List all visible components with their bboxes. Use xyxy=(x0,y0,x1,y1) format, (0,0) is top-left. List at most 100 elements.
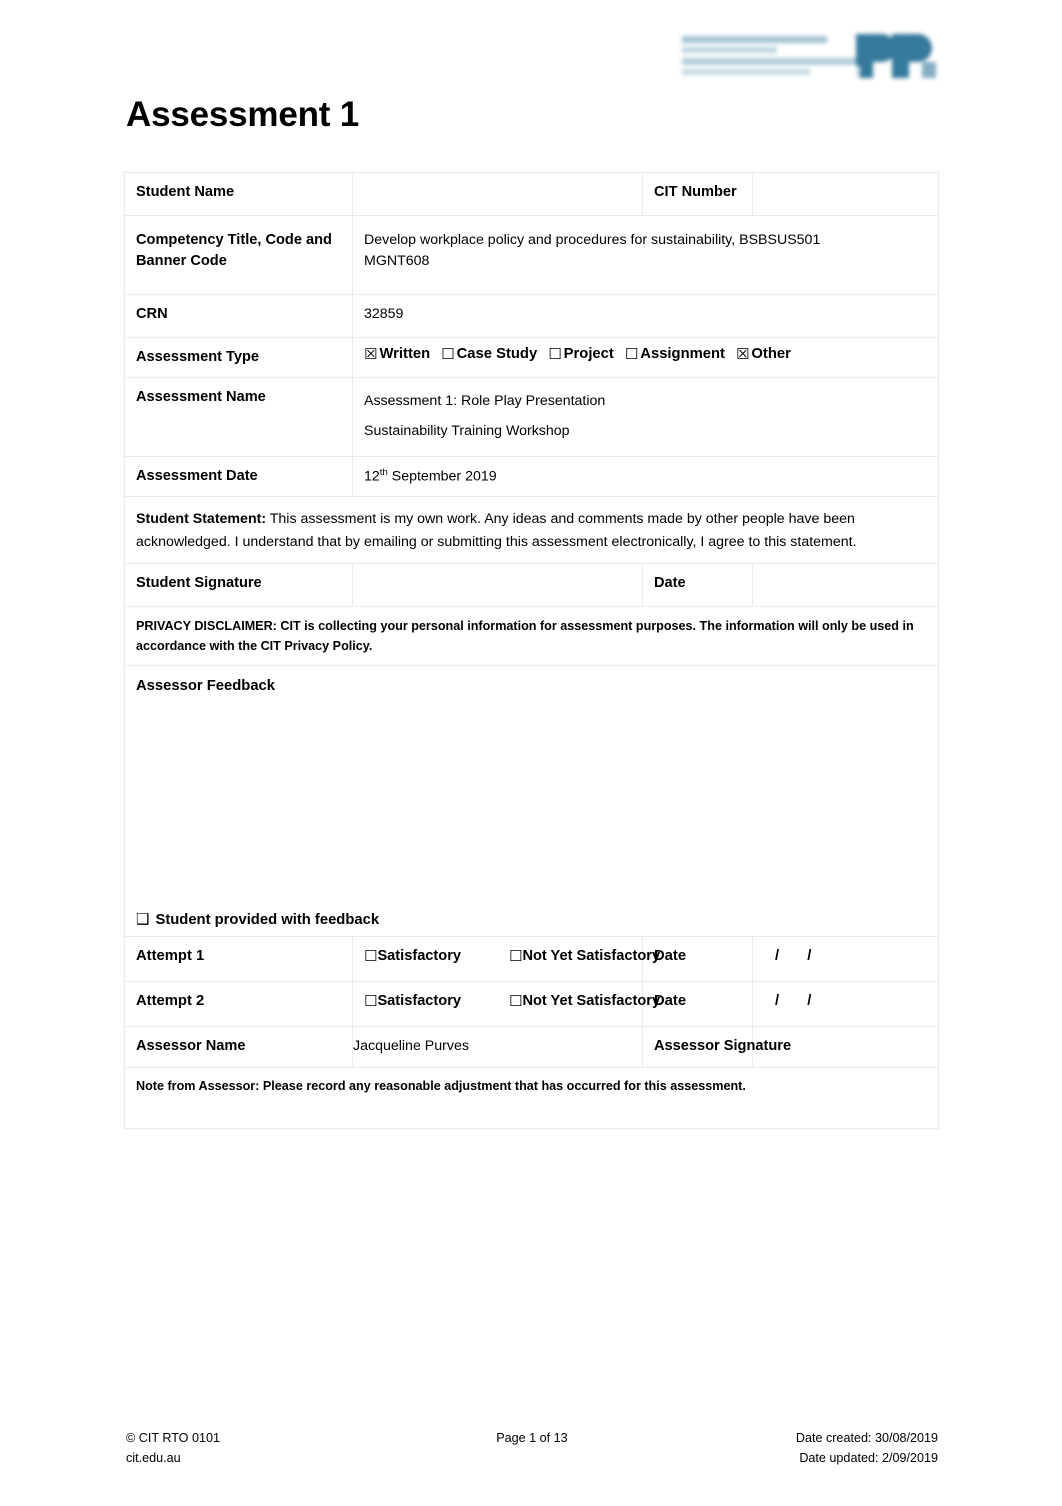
cell-assessment-type-label: Assessment Type xyxy=(124,336,353,379)
assessment-date-label: Assessment Date xyxy=(136,467,258,484)
checkbox-assignment[interactable]: ☐ xyxy=(625,347,638,362)
competency-label: Competency Title, Code and Banner Code xyxy=(136,232,332,270)
cell-assessment-name-label: Assessment Name xyxy=(124,377,353,457)
attempt2-label: Attempt 2 xyxy=(136,993,205,1010)
cell-crn-label: CRN xyxy=(124,294,353,338)
cell-competency-value[interactable]: Develop workplace policy and procedures … xyxy=(352,215,939,295)
table-row-privacy: PRIVACY DISCLAIMER: CIT is collecting yo… xyxy=(124,606,939,667)
cit-number-value[interactable] xyxy=(753,173,938,191)
attempt2-satisfactory-option[interactable]: ☐Satisfactory xyxy=(364,991,461,1012)
cell-student-signature-label: Student Signature xyxy=(124,563,353,608)
assessor-name-value[interactable]: Jacqueline Purves xyxy=(353,1027,642,1066)
table-row-student-statement: Student Statement: This assessment is my… xyxy=(124,496,939,565)
attempt1-not-yet-satisfactory-label: Not Yet Satisfactory xyxy=(522,948,661,965)
checkbox-other[interactable]: ☒ xyxy=(736,347,749,362)
checkbox-attempt1-satisfactory[interactable]: ☐ xyxy=(364,949,377,964)
cell-assessor-note[interactable]: Note from Assessor: Please record any re… xyxy=(124,1067,939,1129)
attempt2-date-slashes[interactable]: / / xyxy=(753,982,938,1021)
label-project: Project xyxy=(563,346,614,362)
cit-logo-graphic xyxy=(682,34,936,78)
assessor-feedback-input[interactable] xyxy=(125,707,938,887)
attempt1-date-slashes[interactable]: / / xyxy=(753,937,938,976)
footer-page-number: Page 1 of 13 xyxy=(496,1431,568,1445)
competency-value-line1: Develop workplace policy and procedures … xyxy=(364,232,821,248)
signature-date-value[interactable] xyxy=(753,564,938,582)
table-row-assessment-name: Assessment Name Assessment 1: Role Play … xyxy=(124,377,939,457)
footer-date-updated: Date updated: 2/09/2019 xyxy=(799,1451,938,1466)
cell-assessment-name-value[interactable]: Assessment 1: Role Play Presentation Sus… xyxy=(352,377,939,457)
signature-date-label: Date xyxy=(654,575,686,592)
attempt2-date-label: Date xyxy=(654,993,687,1010)
footer-copyright: © CIT RTO 0101 xyxy=(126,1431,220,1445)
attempt2-not-yet-satisfactory-option[interactable]: ☐Not Yet Satisfactory xyxy=(509,991,660,1012)
cell-cit-number-label: CIT Number xyxy=(642,172,753,216)
cell-attempt1-date-label: Date xyxy=(642,936,753,983)
cell-attempt2-label: Attempt 2 xyxy=(124,981,353,1028)
cell-assessment-type-options: ☒ Written ☐ Case Study ☐ Project ☐ Assignment ☒ O… xyxy=(352,336,939,379)
student-provided-feedback-row[interactable]: ❑ Student provided with feedback xyxy=(125,910,379,928)
table-row-assessor-note: Note from Assessor: Please record any re… xyxy=(124,1067,939,1129)
student-signature-value[interactable] xyxy=(353,564,642,582)
footer-website: cit.edu.au xyxy=(126,1451,181,1466)
page-title: Assessment 1 xyxy=(126,95,360,134)
cit-number-label: CIT Number xyxy=(654,184,737,200)
assessor-name-label: Assessor Name xyxy=(136,1038,246,1055)
checkbox-written[interactable]: ☒ xyxy=(364,347,377,362)
cell-attempt1-date-value[interactable]: / / xyxy=(752,936,939,983)
attempt2-not-yet-satisfactory-label: Not Yet Satisfactory xyxy=(522,993,661,1010)
crn-value[interactable]: 32859 xyxy=(353,295,938,334)
assessment-name-line2: Sustainability Training Workshop xyxy=(364,422,570,439)
checkbox-case-study[interactable]: ☐ xyxy=(441,347,454,362)
cell-assessor-name-label: Assessor Name xyxy=(124,1026,353,1069)
cell-attempt1-options: ☐Satisfactory ☐Not Yet Satisfactory xyxy=(352,936,660,983)
table-row-attempt-1: Attempt 1 ☐Satisfactory ☐Not Yet Satisfa… xyxy=(124,936,939,983)
checkbox-attempt1-not-yet-satisfactory[interactable]: ☐ xyxy=(509,949,522,964)
cell-student-name-value[interactable] xyxy=(352,172,643,216)
cell-student-signature-value[interactable] xyxy=(352,563,643,608)
cell-assessor-feedback[interactable]: Assessor Feedback ❑ Student provided with… xyxy=(124,665,939,938)
table-row-student-name: Student Name CIT Number xyxy=(124,172,939,216)
assessment-date-rest: September 2019 xyxy=(387,468,497,485)
attempt1-satisfactory-option[interactable]: ☐Satisfactory xyxy=(364,946,461,967)
cell-privacy-disclaimer: PRIVACY DISCLAIMER: CIT is collecting yo… xyxy=(124,606,939,667)
cell-student-name-label: Student Name xyxy=(124,172,353,216)
attempt1-not-yet-satisfactory-option[interactable]: ☐Not Yet Satisfactory xyxy=(509,946,660,967)
assessment-date-day: 12 xyxy=(364,468,380,485)
student-statement-label: Student Statement: xyxy=(136,511,267,528)
cell-crn-value[interactable]: 32859 xyxy=(352,294,939,338)
assessment-date-value[interactable]: 12th September 2019 xyxy=(353,457,938,496)
cell-assessor-signature-label: Assessor Signature xyxy=(642,1026,792,1069)
checkbox-project[interactable]: ☐ xyxy=(548,347,561,362)
label-other: Other xyxy=(751,346,791,362)
checkbox-attempt2-satisfactory[interactable]: ☐ xyxy=(364,994,377,1009)
student-provided-checkbox[interactable]: ❑ xyxy=(136,910,149,928)
privacy-disclaimer: PRIVACY DISCLAIMER: CIT is collecting yo… xyxy=(136,619,914,653)
student-provided-label: Student provided with feedback xyxy=(155,912,380,929)
page-footer: © CIT RTO 0101 Page 1 of 13 Date created… xyxy=(126,1428,938,1469)
cell-signature-date-value[interactable] xyxy=(752,563,939,608)
cell-cit-number-value[interactable] xyxy=(752,172,939,216)
cell-assessment-date-value[interactable]: 12th September 2019 xyxy=(352,455,939,498)
cell-attempt2-options: ☐Satisfactory ☐Not Yet Satisfactory xyxy=(352,981,660,1028)
cell-assessment-date-label: Assessment Date xyxy=(124,455,353,498)
table-row-assessor-feedback: Assessor Feedback ❑ Student provided with… xyxy=(124,665,939,938)
assessment-date-suffix: th xyxy=(379,466,388,478)
cell-attempt1-label: Attempt 1 xyxy=(124,936,353,983)
attempt1-label: Attempt 1 xyxy=(136,948,205,965)
student-name-value[interactable] xyxy=(353,173,642,191)
assessment-cover-table: Student Name CIT Number Competency Title… xyxy=(124,172,939,1129)
crn-label: CRN xyxy=(136,306,168,322)
checkbox-attempt2-not-yet-satisfactory[interactable]: ☐ xyxy=(509,994,522,1009)
table-row-assessment-date: Assessment Date 12th September 2019 xyxy=(124,455,939,498)
assessment-name-label: Assessment Name xyxy=(136,389,266,406)
cell-attempt2-date-value[interactable]: / / xyxy=(752,981,939,1028)
footer-row-2: cit.edu.au Date updated: 2/09/2019 xyxy=(126,1448,938,1468)
footer-row-1: © CIT RTO 0101 Page 1 of 13 Date created… xyxy=(126,1428,938,1448)
label-case-study: Case Study xyxy=(456,346,538,362)
cell-assessor-name-value[interactable]: Jacqueline Purves xyxy=(352,1026,643,1069)
assessor-note-input[interactable] xyxy=(125,1106,938,1128)
cell-competency-label: Competency Title, Code and Banner Code xyxy=(124,215,353,295)
assessor-note-label: Note from Assessor: Please record any re… xyxy=(136,1079,746,1094)
assessor-signature-label: Assessor Signature xyxy=(654,1038,792,1055)
table-row-assessor: Assessor Name Jacqueline Purves Assessor… xyxy=(124,1026,939,1069)
